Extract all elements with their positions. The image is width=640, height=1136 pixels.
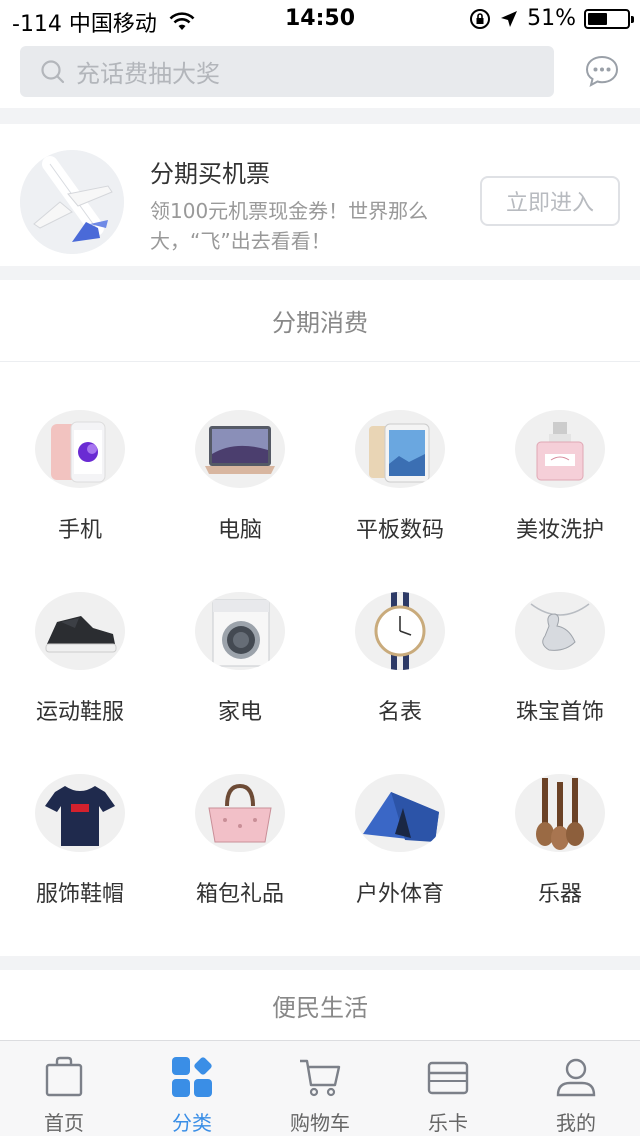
category-phone[interactable]: 手机 (0, 362, 160, 544)
category-appliance[interactable]: 家电 (160, 544, 320, 726)
section-title-installment: 分期消费 (0, 280, 640, 362)
category-grid-icon (172, 1057, 212, 1097)
category-label: 家电 (217, 700, 262, 725)
category-bags[interactable]: 箱包礼品 (160, 726, 320, 908)
user-icon (556, 1058, 596, 1097)
category-label: 户外体育 (355, 882, 444, 907)
cart-icon (300, 1059, 341, 1097)
tab-cart[interactable]: 购物车 (256, 1041, 384, 1136)
tent-icon (355, 774, 445, 852)
search-placeholder: 充话费抽大奖 (76, 60, 220, 88)
battery-percent: 51% (527, 6, 576, 31)
category-tablet[interactable]: 平板数码 (320, 362, 480, 544)
category-jewelry[interactable]: 珠宝首饰 (480, 544, 640, 726)
category-label: 名表 (377, 700, 422, 725)
battery-icon (584, 8, 634, 29)
tab-label: 购物车 (290, 1111, 350, 1135)
rotation-lock-icon (470, 8, 491, 29)
tab-label: 首页 (44, 1111, 84, 1135)
card-icon (427, 1061, 469, 1095)
flight-banner[interactable]: 分期买机票 领100元机票现金券！世界那么大，“飞”出去看看！ 立即进入 (0, 124, 640, 266)
handbag-icon (195, 774, 285, 852)
tab-category[interactable]: 分类 (128, 1041, 256, 1136)
message-icon[interactable] (584, 53, 620, 89)
battery-fill (588, 12, 607, 25)
tab-label: 我的 (556, 1111, 596, 1135)
laptop-icon (195, 410, 285, 488)
tablet-icon (355, 410, 445, 488)
category-label: 手机 (57, 518, 102, 543)
category-label: 美妆洗护 (515, 518, 604, 543)
tab-label: 分类 (172, 1111, 212, 1135)
status-right: 51% (461, 6, 634, 31)
search-icon (41, 59, 65, 83)
category-watch[interactable]: 名表 (320, 544, 480, 726)
banner-title: 分期买机票 (150, 160, 270, 188)
sneaker-icon (35, 592, 125, 670)
tab-card[interactable]: 乐卡 (384, 1041, 512, 1136)
category-sportswear[interactable]: 运动鞋服 (0, 544, 160, 726)
category-label: 运动鞋服 (35, 700, 124, 725)
category-label: 服饰鞋帽 (35, 882, 124, 907)
category-label: 珠宝首饰 (515, 700, 604, 725)
category-label: 乐器 (537, 882, 582, 907)
section-title-living: 便民生活 (0, 970, 640, 1040)
tshirt-icon (35, 774, 125, 852)
category-laptop[interactable]: 电脑 (160, 362, 320, 544)
tab-home[interactable]: 首页 (0, 1041, 128, 1136)
ukulele-icon (515, 774, 605, 852)
tab-profile[interactable]: 我的 (512, 1041, 640, 1136)
phone-icon (35, 410, 125, 488)
location-icon (501, 10, 518, 27)
category-outdoor[interactable]: 户外体育 (320, 726, 480, 908)
category-instruments[interactable]: 乐器 (480, 726, 640, 908)
enter-button[interactable]: 立即进入 (480, 176, 620, 226)
status-bar: -114 中国移动 14:50 51% (0, 0, 640, 40)
category-label: 箱包礼品 (195, 882, 284, 907)
search-input[interactable]: 充话费抽大奖 (20, 46, 554, 97)
airplane-icon (20, 150, 124, 254)
necklace-icon (515, 592, 605, 670)
tab-bar: 首页 分类 购物车 乐卡 我的 (0, 1040, 640, 1136)
washing-machine-icon (195, 592, 285, 670)
shopping-bag-icon (45, 1056, 83, 1097)
tab-label: 乐卡 (428, 1111, 468, 1135)
category-label: 电脑 (217, 518, 262, 543)
banner-subtitle: 领100元机票现金券！世界那么大，“飞”出去看看！ (150, 199, 429, 253)
watch-icon (355, 592, 445, 670)
category-label: 平板数码 (355, 518, 444, 543)
search-header: 充话费抽大奖 (0, 40, 640, 108)
category-beauty[interactable]: 美妆洗护 (480, 362, 640, 544)
category-grid: 手机 电脑 平板数码 美妆洗护 运动鞋服 家电 名表 珠宝首饰 服饰鞋帽 箱包礼… (0, 362, 640, 956)
category-apparel[interactable]: 服饰鞋帽 (0, 726, 160, 908)
perfume-icon (515, 410, 605, 488)
